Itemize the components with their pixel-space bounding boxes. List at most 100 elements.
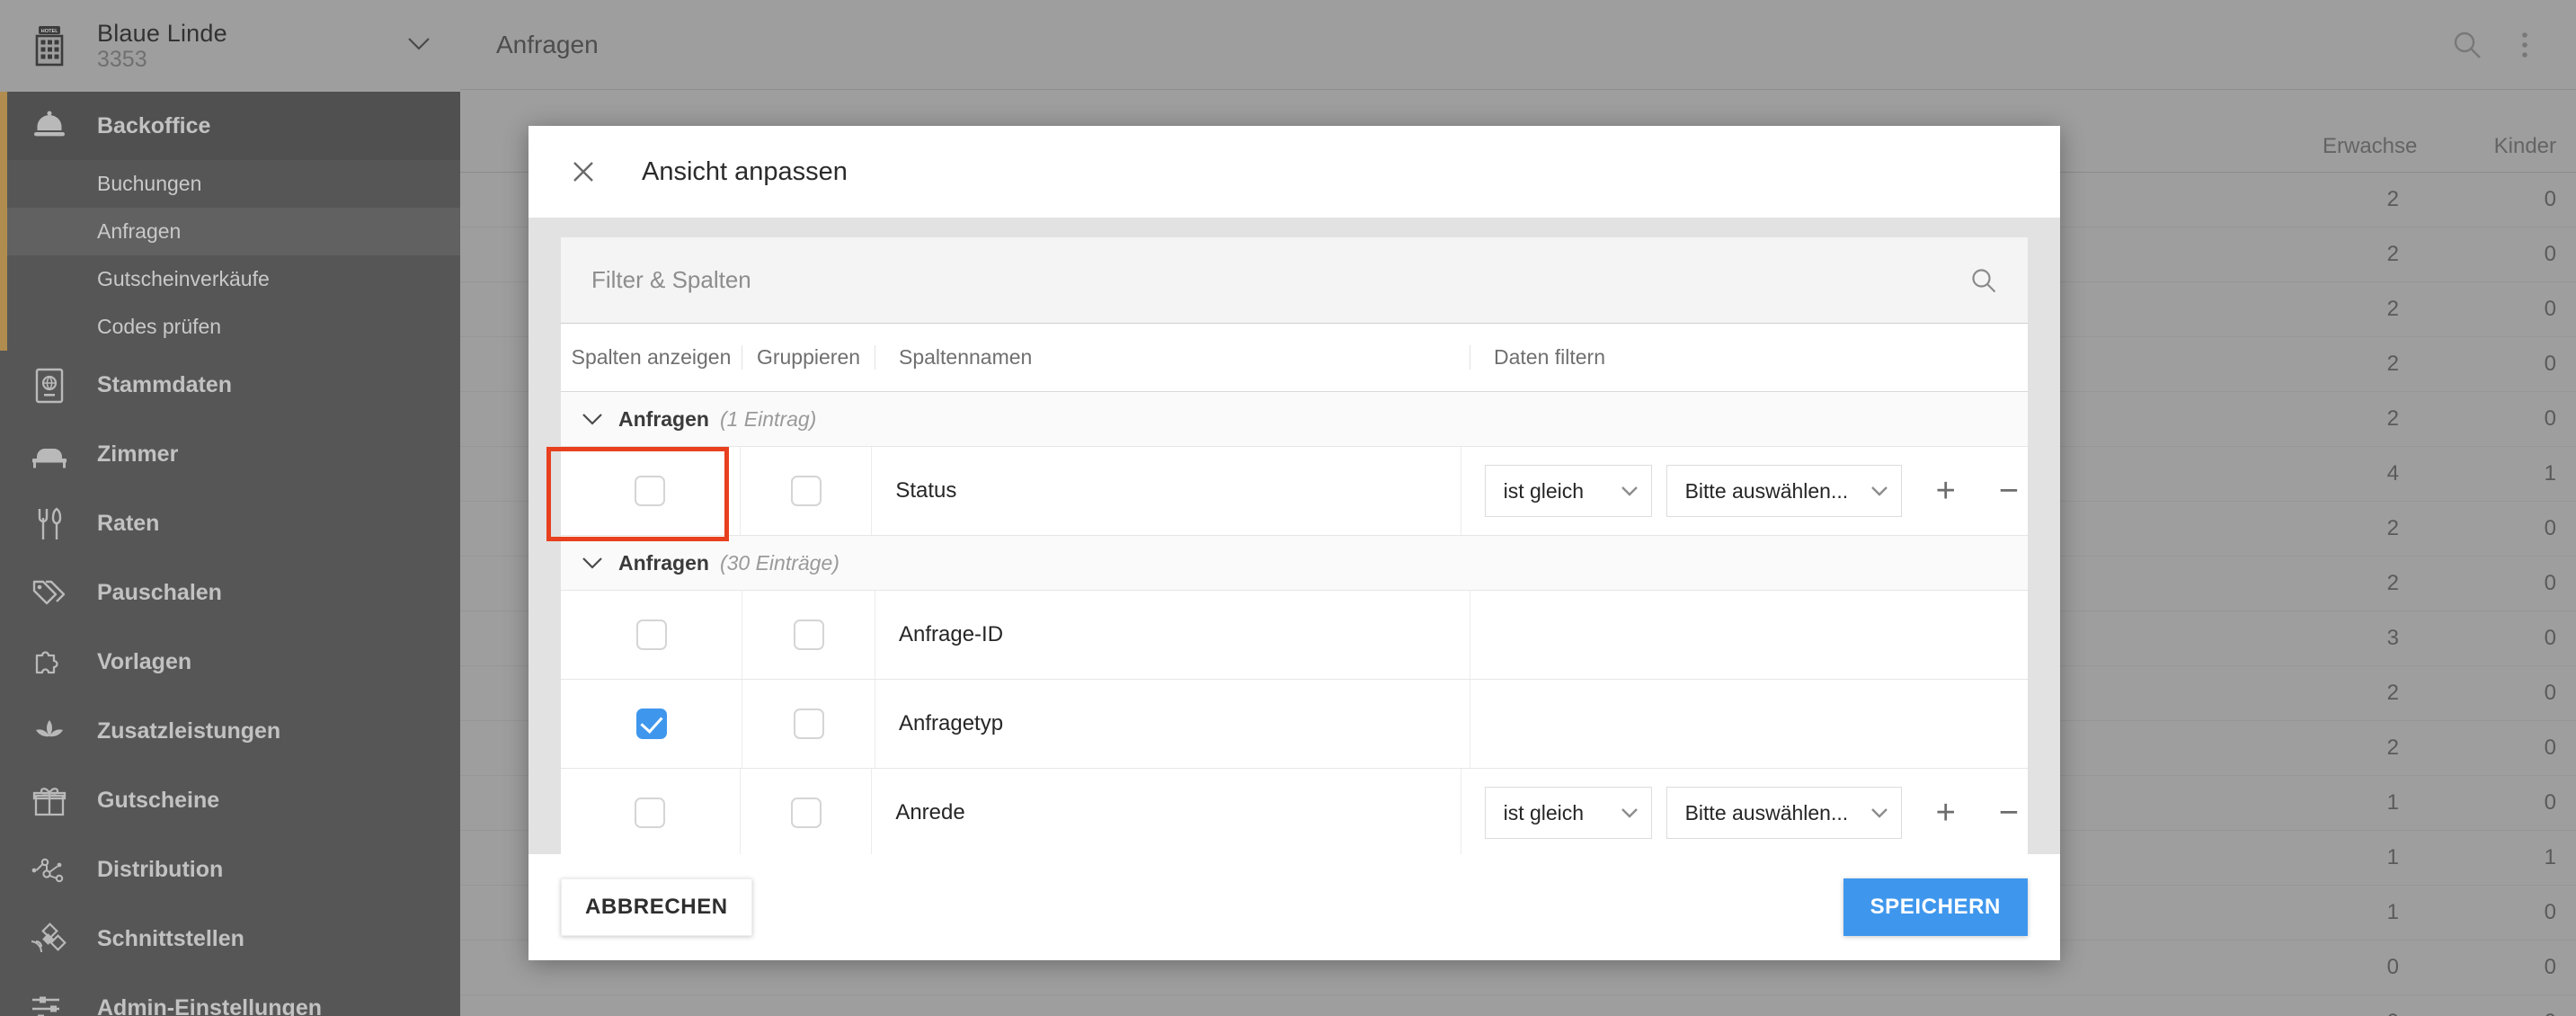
sidebar-item-schnittstellen[interactable]: Schnittstellen xyxy=(0,905,460,974)
grid-cell-adults: 2 xyxy=(2386,571,2399,595)
show-column-checkbox[interactable] xyxy=(635,619,667,650)
show-column-checkbox[interactable] xyxy=(635,798,666,828)
grid-cell-adults: 2 xyxy=(2386,406,2399,431)
sidebar-item-stammdaten[interactable]: Stammdaten xyxy=(0,351,460,420)
filter-value-text: Bitte auswählen... xyxy=(1684,800,1849,824)
vertical-scrollbar[interactable] xyxy=(2015,392,2028,854)
sidebar-item-zusatzleistungen[interactable]: Zusatzleistungen xyxy=(0,697,460,766)
sidebar-item-raten[interactable]: Raten xyxy=(0,489,460,558)
filter-operator-value: ist gleich xyxy=(1503,800,1585,824)
filter-cell: ist gleich Bitte auswählen... + − xyxy=(1461,769,2028,854)
plus-icon[interactable]: + xyxy=(1927,474,1965,508)
plus-icon[interactable]: + xyxy=(1927,796,1965,830)
tags-icon xyxy=(23,578,76,609)
service-bell-icon xyxy=(23,110,76,142)
grid-cell-adults: 2 xyxy=(2386,735,2399,760)
group-column-checkbox[interactable] xyxy=(793,709,824,739)
cancel-button[interactable]: ABBRECHEN xyxy=(561,878,752,936)
group-column-checkbox[interactable] xyxy=(793,619,824,650)
close-icon[interactable] xyxy=(572,160,595,183)
sidebar-item-admin-einstellungen[interactable]: Admin-Einstellungen xyxy=(0,974,460,1016)
chevron-down-icon[interactable] xyxy=(582,413,602,425)
filter-search-input[interactable] xyxy=(591,266,1970,294)
chevron-down-icon[interactable] xyxy=(582,557,602,569)
network-icon xyxy=(23,856,76,885)
col-header-filter: Daten filtern xyxy=(1494,345,1606,369)
group-column-cell[interactable] xyxy=(742,591,875,679)
chevron-down-icon[interactable] xyxy=(408,38,430,50)
grid-cell-adults: 0 xyxy=(2303,1010,2419,1016)
grid-cell-children: 0 xyxy=(2544,352,2556,376)
column-name-label: Status xyxy=(895,478,957,503)
dialog-body: Spalten anzeigen Gruppieren Spaltennamen… xyxy=(529,218,2060,854)
sidebar-item-buchungen[interactable]: Buchungen xyxy=(0,160,460,208)
show-column-checkbox[interactable] xyxy=(635,709,667,739)
filter-operator-value: ist gleich xyxy=(1503,478,1585,503)
sidebar-item-label: Vorlagen xyxy=(97,649,192,674)
column-name-cell: Status xyxy=(872,447,1461,535)
group-column-cell[interactable] xyxy=(742,680,875,768)
sidebar-item-backoffice[interactable]: Backoffice xyxy=(0,92,460,160)
sidebar-group-backoffice: Backoffice Buchungen Anfragen Gutscheinv… xyxy=(0,92,460,351)
show-column-cell[interactable] xyxy=(561,769,741,854)
grid-cell-adults: 1 xyxy=(2386,790,2399,815)
show-column-cell[interactable] xyxy=(561,680,742,768)
grid-cell-children: 0 xyxy=(2544,516,2556,540)
more-vertical-icon[interactable] xyxy=(2520,30,2529,60)
filter-cell xyxy=(1470,591,2028,679)
sidebar-item-zimmer[interactable]: Zimmer xyxy=(0,420,460,489)
sidebar-item-label: Admin-Einstellungen xyxy=(97,995,322,1016)
filter-value-select[interactable]: Bitte auswählen... xyxy=(1666,465,1902,517)
group-column-cell[interactable] xyxy=(741,769,873,854)
col-header-group: Gruppieren xyxy=(742,345,875,370)
group-column-checkbox[interactable] xyxy=(790,476,822,506)
filter-table-row: Status ist gleich Bitte auswählen... + − xyxy=(561,447,2028,536)
brand-number: 3353 xyxy=(97,47,147,73)
filter-table-body[interactable]: Anfragen (1 Eintrag) Status ist gleich Bitte… xyxy=(561,392,2028,854)
dialog-header: Ansicht anpassen xyxy=(529,126,2060,218)
sidebar-item-codes-pruefen[interactable]: Codes prüfen xyxy=(0,303,460,351)
filter-group-row[interactable]: Anfragen (1 Eintrag) xyxy=(561,392,2028,447)
sidebar-item-gutscheinverkaeufe[interactable]: Gutscheinverkäufe xyxy=(0,255,460,303)
active-group-accent xyxy=(0,92,7,351)
show-column-checkbox[interactable] xyxy=(635,476,666,506)
search-icon[interactable] xyxy=(2452,30,2483,60)
dialog-footer: ABBRECHEN SPEICHERN xyxy=(529,854,2060,960)
col-header-name: Spaltennamen xyxy=(875,345,1470,370)
grid-cell-adults: 1 xyxy=(2386,845,2399,869)
filter-table-row: Anrede ist gleich Bitte auswählen... + − xyxy=(561,769,2028,854)
group-column-checkbox[interactable] xyxy=(790,798,822,828)
sidebar-item-distribution[interactable]: Distribution xyxy=(0,835,460,905)
brand-name: Blaue Linde xyxy=(97,19,227,47)
grid-cell-adults: 2 xyxy=(2386,681,2399,705)
lotus-icon xyxy=(23,717,76,746)
show-column-cell[interactable] xyxy=(561,447,741,535)
grid-row[interactable]: 00 xyxy=(460,995,2576,1016)
save-button[interactable]: SPEICHERN xyxy=(1843,878,2028,936)
filter-group-label: Anfragen xyxy=(618,406,709,431)
sidebar-item-pauschalen[interactable]: Pauschalen xyxy=(0,558,460,628)
sidebar-nav: Backoffice Buchungen Anfragen Gutscheinv… xyxy=(0,92,460,1016)
grid-cell-adults: 1 xyxy=(2386,900,2399,924)
filter-operator-select[interactable]: ist gleich xyxy=(1484,787,1652,839)
filter-group-row[interactable]: Anfragen (30 Einträge) xyxy=(561,536,2028,591)
sidebar-item-gutscheine[interactable]: Gutscheine xyxy=(0,766,460,835)
sidebar-item-label: Zimmer xyxy=(97,441,179,467)
grid-cell-adults: 4 xyxy=(2386,461,2399,486)
chevron-down-icon xyxy=(1621,486,1639,496)
filter-cell: ist gleich Bitte auswählen... + − xyxy=(1461,447,2028,535)
group-column-cell[interactable] xyxy=(741,447,873,535)
sidebar-item-anfragen[interactable]: Anfragen xyxy=(0,208,460,255)
search-icon[interactable] xyxy=(1970,267,1997,294)
filter-table-row: Anfragetyp xyxy=(561,680,2028,769)
brand-selector[interactable]: HOTEL Blaue Linde 3353 xyxy=(0,0,460,92)
hotel-building-icon: HOTEL xyxy=(23,25,76,67)
show-column-cell[interactable] xyxy=(561,591,742,679)
sidebar-item-vorlagen[interactable]: Vorlagen xyxy=(0,628,460,697)
customize-view-dialog: Ansicht anpassen Spalten anzeigen Gruppi… xyxy=(529,126,2060,960)
sidebar-item-label: Gutscheine xyxy=(97,788,220,813)
filter-group-label: Anfragen xyxy=(618,550,709,575)
filter-value-select[interactable]: Bitte auswählen... xyxy=(1666,787,1902,839)
filter-operator-select[interactable]: ist gleich xyxy=(1484,465,1652,517)
satellite-icon xyxy=(23,922,76,957)
